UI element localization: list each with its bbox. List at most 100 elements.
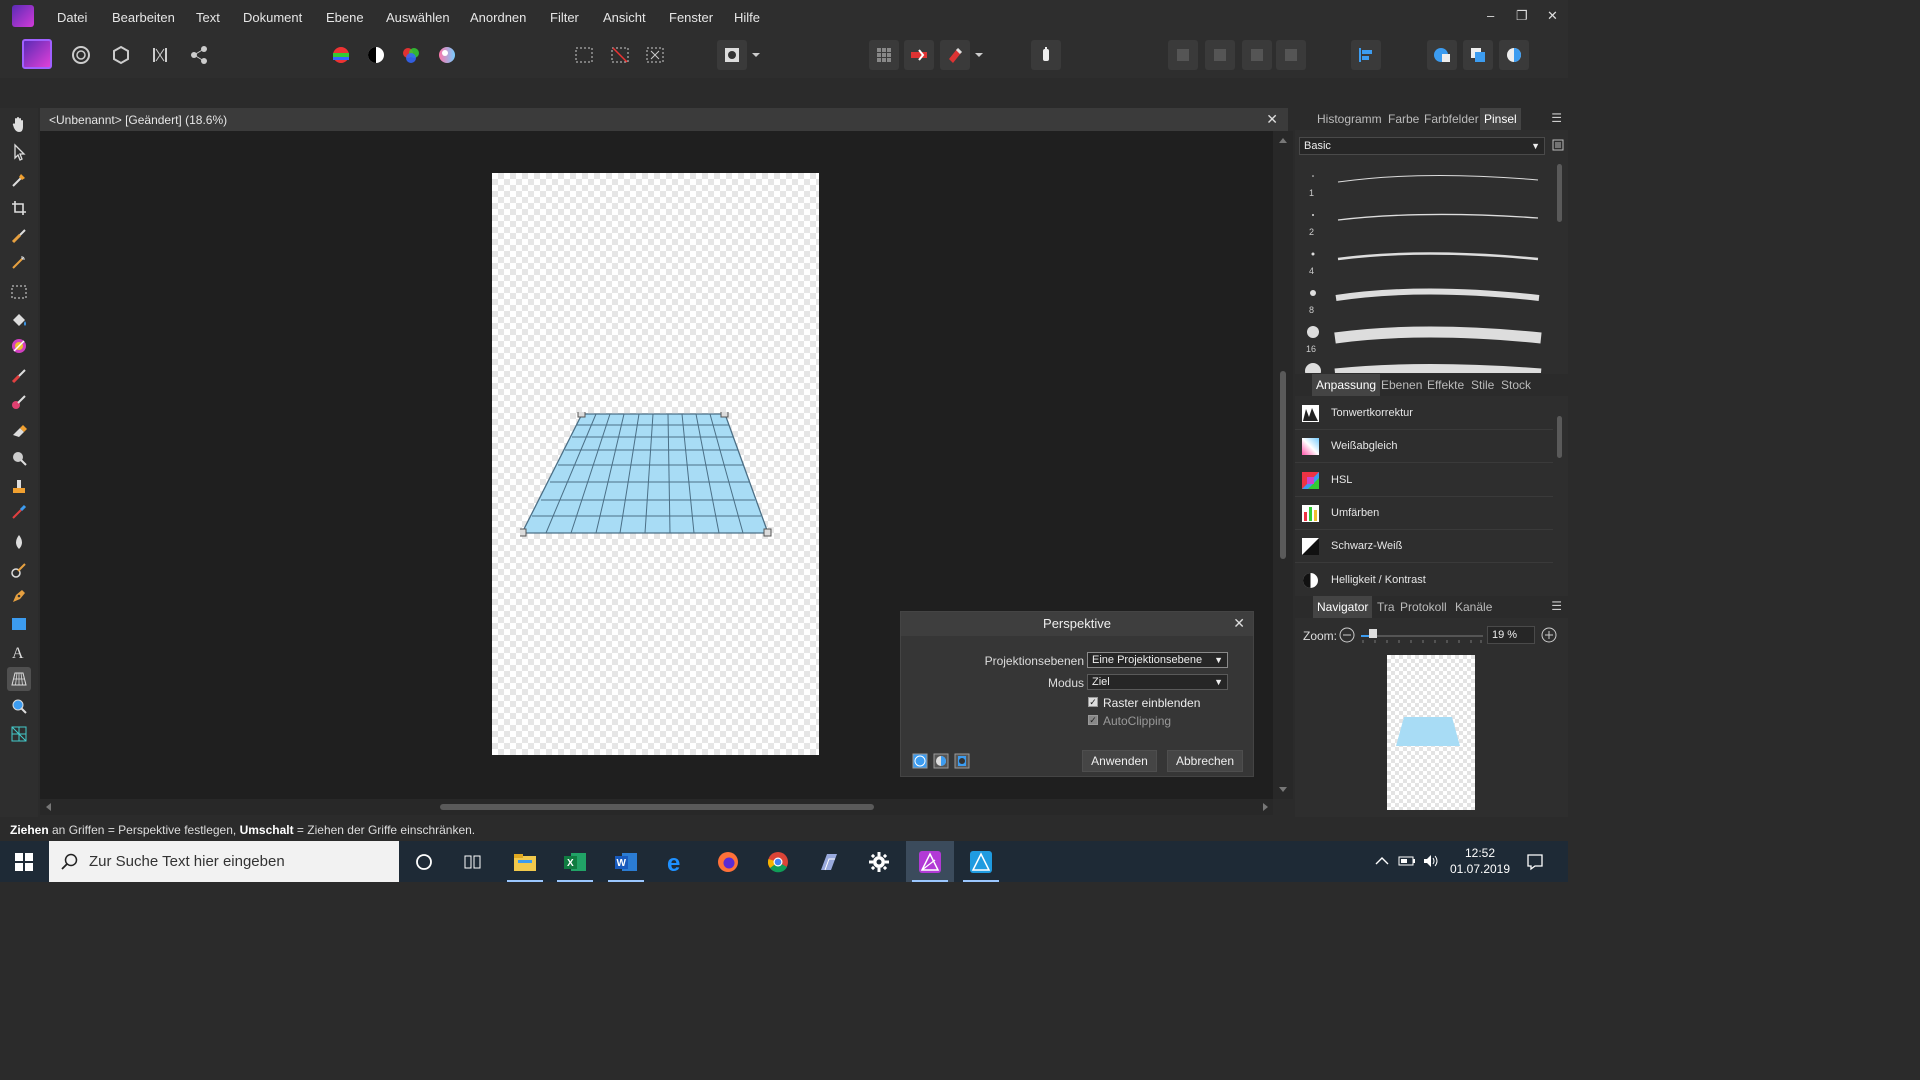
clone-tool-icon[interactable] xyxy=(7,474,31,498)
arrange-front-icon[interactable] xyxy=(1276,40,1306,70)
hand-tool-icon[interactable] xyxy=(7,112,31,136)
tab-transform[interactable]: Tra xyxy=(1377,600,1395,614)
tab-pinsel[interactable]: Pinsel xyxy=(1480,108,1521,130)
tone-mapping-persona-icon[interactable] xyxy=(145,40,175,70)
menu-anordnen[interactable]: Anordnen xyxy=(470,10,526,25)
zoom-out-icon[interactable] xyxy=(1339,627,1355,643)
affinity-photo-taskbar-icon[interactable] xyxy=(906,841,954,882)
vertical-scrollbar[interactable] xyxy=(1273,131,1293,799)
develop-persona-icon[interactable] xyxy=(106,40,136,70)
dialog-title[interactable]: Perspektive xyxy=(901,612,1253,636)
quick-mask-dropdown-icon[interactable] xyxy=(747,40,765,70)
perspective-tool-icon[interactable] xyxy=(7,667,31,691)
boolean-add-icon[interactable] xyxy=(1427,40,1457,70)
color-replacement-tool-icon[interactable] xyxy=(7,390,31,414)
adjustment-scroll-thumb[interactable] xyxy=(1557,416,1562,458)
menu-datei[interactable]: Datei xyxy=(57,10,87,25)
blur-tool-icon[interactable] xyxy=(7,530,31,554)
paint-brush-tool-icon[interactable] xyxy=(7,364,31,388)
taskbar-clock[interactable]: 12:52 01.07.2019 xyxy=(1448,845,1512,877)
horizontal-scrollbar[interactable] xyxy=(40,799,1273,815)
scroll-right-arrow-icon[interactable] xyxy=(1261,803,1269,811)
taskbar-search-input[interactable]: Zur Suche Text hier eingeben xyxy=(49,841,399,882)
close-window-button[interactable]: ✕ xyxy=(1547,8,1558,24)
vertical-scroll-thumb[interactable] xyxy=(1280,371,1286,559)
adjustment-item-hsl[interactable]: HSL xyxy=(1295,464,1553,497)
adjustment-item-white-balance[interactable]: Weißabgleich xyxy=(1295,430,1553,463)
tab-navigator[interactable]: Navigator xyxy=(1313,596,1373,618)
text-tool-icon[interactable]: A xyxy=(7,640,31,664)
task-view-icon[interactable] xyxy=(449,841,497,882)
navigator-preview[interactable] xyxy=(1387,655,1475,810)
photo-persona-button[interactable] xyxy=(22,39,52,69)
rectangle-tool-icon[interactable] xyxy=(7,612,31,636)
menu-bearbeiten[interactable]: Bearbeiten xyxy=(112,10,175,25)
close-dialog-icon[interactable]: ✕ xyxy=(1233,615,1245,632)
gradient-tool-icon[interactable] xyxy=(7,334,31,358)
menu-dokument[interactable]: Dokument xyxy=(243,10,302,25)
snapping-magnet-icon[interactable] xyxy=(940,40,970,70)
word-icon[interactable]: W xyxy=(602,841,650,882)
menu-auswaehlen[interactable]: Auswählen xyxy=(386,10,450,25)
blemish-tool-icon[interactable] xyxy=(7,500,31,524)
brush-list-scroll-thumb[interactable] xyxy=(1557,164,1562,222)
crop-tool-icon[interactable] xyxy=(7,196,31,220)
mesh-warp-tool-icon[interactable] xyxy=(7,722,31,746)
close-document-icon[interactable]: ✕ xyxy=(1266,111,1278,128)
move-tool-icon[interactable] xyxy=(7,140,31,164)
app-blue-icon[interactable] xyxy=(805,841,853,882)
affinity-designer-taskbar-icon[interactable] xyxy=(957,841,1005,882)
align-icon[interactable] xyxy=(1351,40,1381,70)
projection-planes-select[interactable]: Eine Projektionsebene ▼ xyxy=(1087,652,1228,668)
menu-hilfe[interactable]: Hilfe xyxy=(734,10,760,25)
scroll-up-arrow-icon[interactable] xyxy=(1279,137,1287,145)
menu-ansicht[interactable]: Ansicht xyxy=(603,10,646,25)
cancel-button[interactable]: Abbrechen xyxy=(1167,750,1243,772)
cortana-icon[interactable] xyxy=(400,841,448,882)
firefox-icon[interactable] xyxy=(704,841,752,882)
adjustment-item-brightness-contrast[interactable]: Helligkeit / Kontrast xyxy=(1295,564,1553,597)
boolean-intersect-icon[interactable] xyxy=(1499,40,1529,70)
assistant-icon[interactable] xyxy=(904,40,934,70)
adjustment-item-recolor[interactable]: Umfärben xyxy=(1295,497,1553,530)
file-explorer-icon[interactable] xyxy=(501,841,549,882)
tab-anpassung[interactable]: Anpassung xyxy=(1312,374,1381,396)
color-picker-tool-icon[interactable] xyxy=(7,168,31,192)
auto-levels-icon[interactable] xyxy=(326,40,356,70)
notification-center-icon[interactable] xyxy=(1526,853,1544,871)
restore-button[interactable]: ❐ xyxy=(1516,8,1528,24)
tab-protokoll[interactable]: Protokoll xyxy=(1400,600,1447,614)
zoom-slider[interactable] xyxy=(1359,626,1485,644)
smudge-tool-icon[interactable] xyxy=(7,558,31,582)
pen-tool-icon[interactable] xyxy=(7,584,31,608)
auto-contrast-icon[interactable] xyxy=(361,40,391,70)
zoom-input[interactable]: 19 % xyxy=(1487,626,1535,644)
blend-mode-icons[interactable] xyxy=(912,753,972,769)
zoom-tool-icon[interactable] xyxy=(7,694,31,718)
horizontal-scroll-thumb[interactable] xyxy=(440,804,874,810)
scroll-down-arrow-icon[interactable] xyxy=(1279,785,1287,793)
erase-tool-icon[interactable] xyxy=(7,418,31,442)
chrome-icon[interactable] xyxy=(754,841,802,882)
tab-histogramm[interactable]: Histogramm xyxy=(1317,112,1382,126)
perspective-grid[interactable] xyxy=(520,412,772,538)
edge-icon[interactable]: e xyxy=(653,841,701,882)
marquee-tool-icon[interactable] xyxy=(7,280,31,304)
selection-icon[interactable] xyxy=(569,40,599,70)
fill-tool-icon[interactable] xyxy=(7,308,31,332)
export-persona-icon[interactable] xyxy=(184,40,214,70)
menu-text[interactable]: Text xyxy=(196,10,220,25)
tab-farbfelder[interactable]: Farbfelder xyxy=(1424,112,1479,126)
move-icon[interactable] xyxy=(1031,40,1061,70)
tab-stile[interactable]: Stile xyxy=(1471,378,1494,392)
menu-filter[interactable]: Filter xyxy=(550,10,579,25)
auto-white-balance-icon[interactable] xyxy=(432,40,462,70)
scroll-left-arrow-icon[interactable] xyxy=(45,803,53,811)
brush-category-select[interactable]: Basic ▼ xyxy=(1299,137,1545,155)
tab-effekte[interactable]: Effekte xyxy=(1427,378,1464,392)
liquify-persona-icon[interactable] xyxy=(66,40,96,70)
auto-colors-icon[interactable] xyxy=(396,40,426,70)
show-grid-checkbox[interactable]: ✓ xyxy=(1088,697,1098,707)
dodge-tool-icon[interactable] xyxy=(7,446,31,470)
excel-icon[interactable]: X xyxy=(551,841,599,882)
